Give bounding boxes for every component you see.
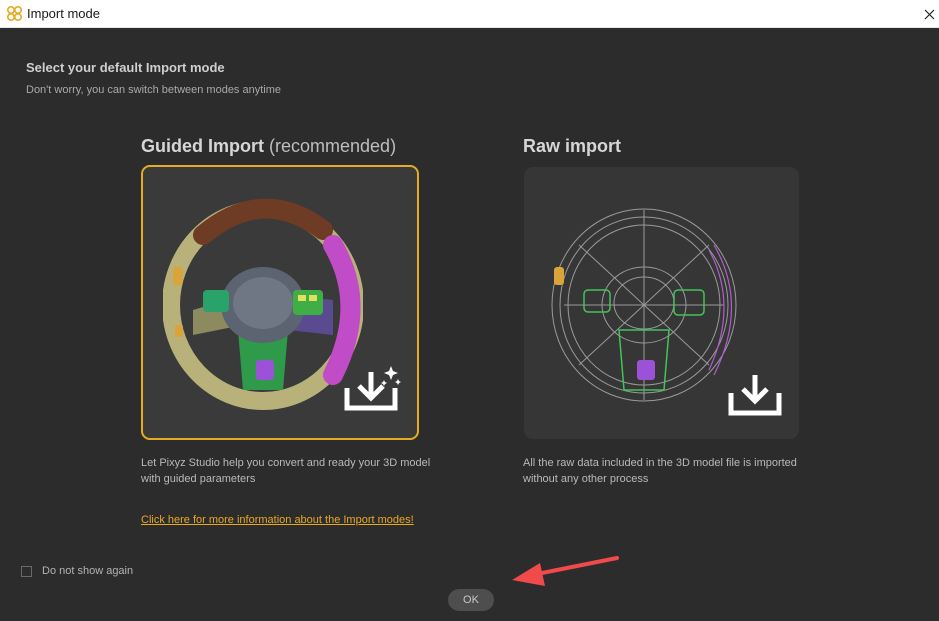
page-title: Select your default Import mode <box>26 60 225 75</box>
guided-import-title-text: Guided Import <box>141 136 264 156</box>
do-not-show-again-label: Do not show again <box>42 565 134 577</box>
import-modes-info-link[interactable]: Click here for more information about th… <box>141 514 414 526</box>
window-title: Import mode <box>27 6 100 21</box>
guided-import-description: Let Pixyz Studio help you convert and re… <box>141 457 431 485</box>
close-button[interactable] <box>919 0 939 28</box>
raw-import-title: Raw import <box>523 136 622 156</box>
close-icon <box>924 9 934 19</box>
magic-download-icon <box>344 366 401 411</box>
download-icon <box>728 375 782 416</box>
ok-button[interactable]: OK <box>448 589 494 611</box>
title-bar: Import mode <box>0 0 939 28</box>
steering-wheel-colored-image <box>163 198 363 410</box>
do-not-show-again-checkbox[interactable] <box>21 565 32 577</box>
guided-import-title: Guided Import (recommended) <box>141 136 396 157</box>
raw-import-description: All the raw data included in the 3D mode… <box>523 457 797 485</box>
page-subtitle: Don't worry, you can switch between mode… <box>26 84 282 96</box>
guided-import-recommended: (recommended) <box>269 136 397 156</box>
pixyz-logo-icon <box>6 5 23 22</box>
steering-wheel-wireframe-image <box>551 208 737 402</box>
guided-import-card[interactable] <box>141 165 419 440</box>
raw-import-card[interactable] <box>524 167 799 439</box>
do-not-show-again-option[interactable]: Do not show again <box>21 565 133 577</box>
